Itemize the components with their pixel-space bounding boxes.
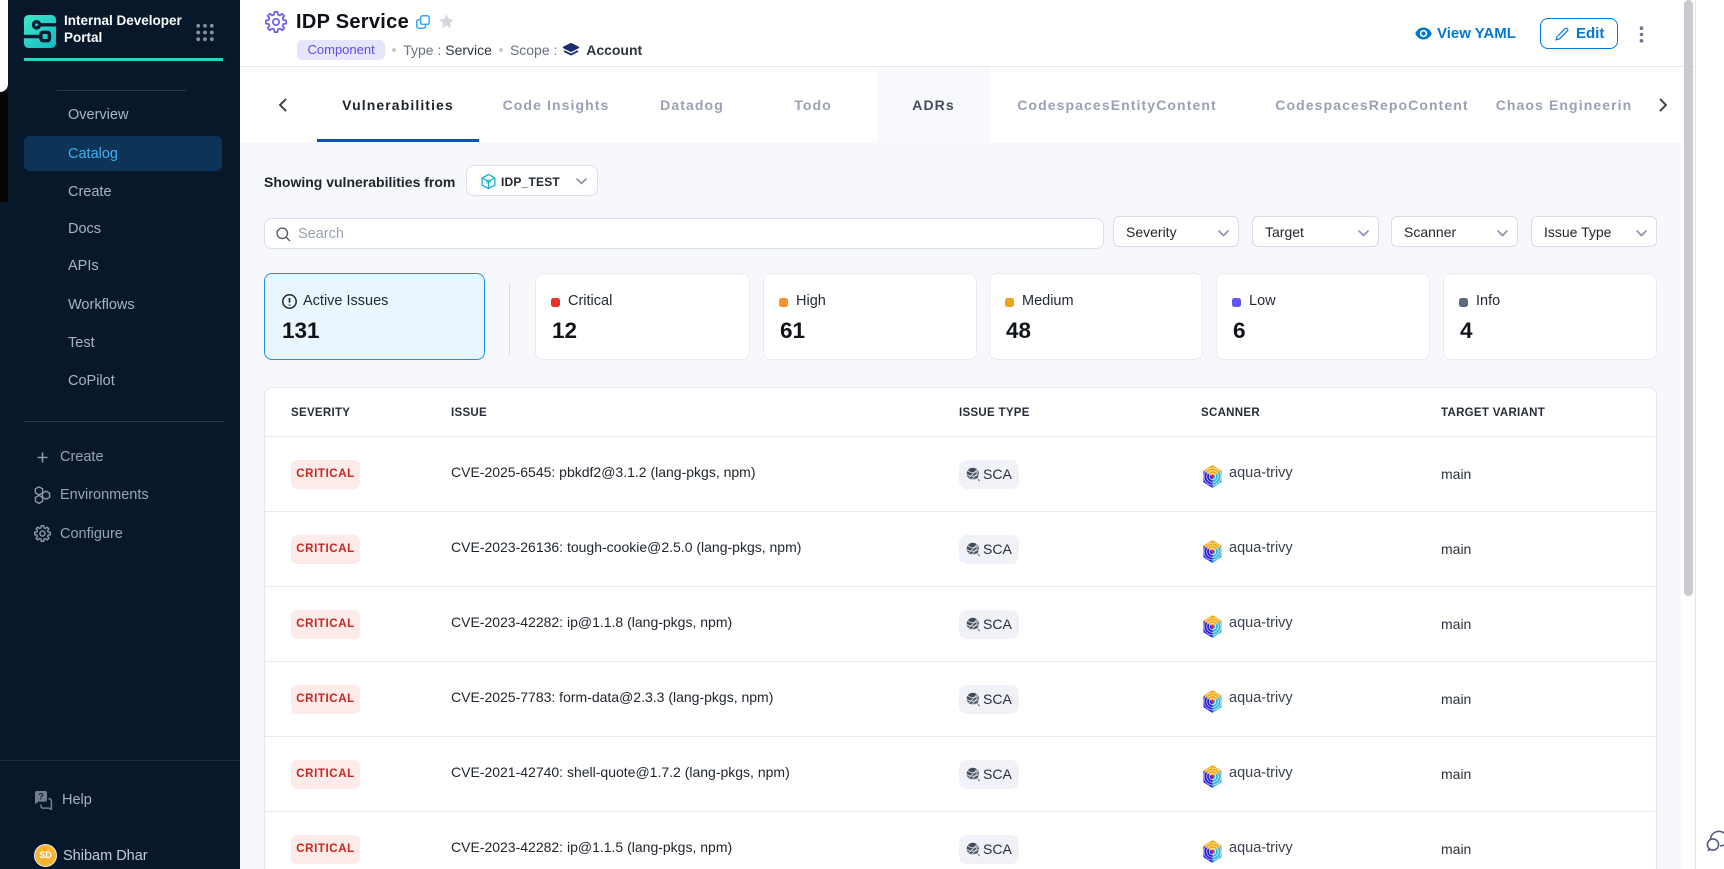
svg-text:?: ? [38,792,44,802]
